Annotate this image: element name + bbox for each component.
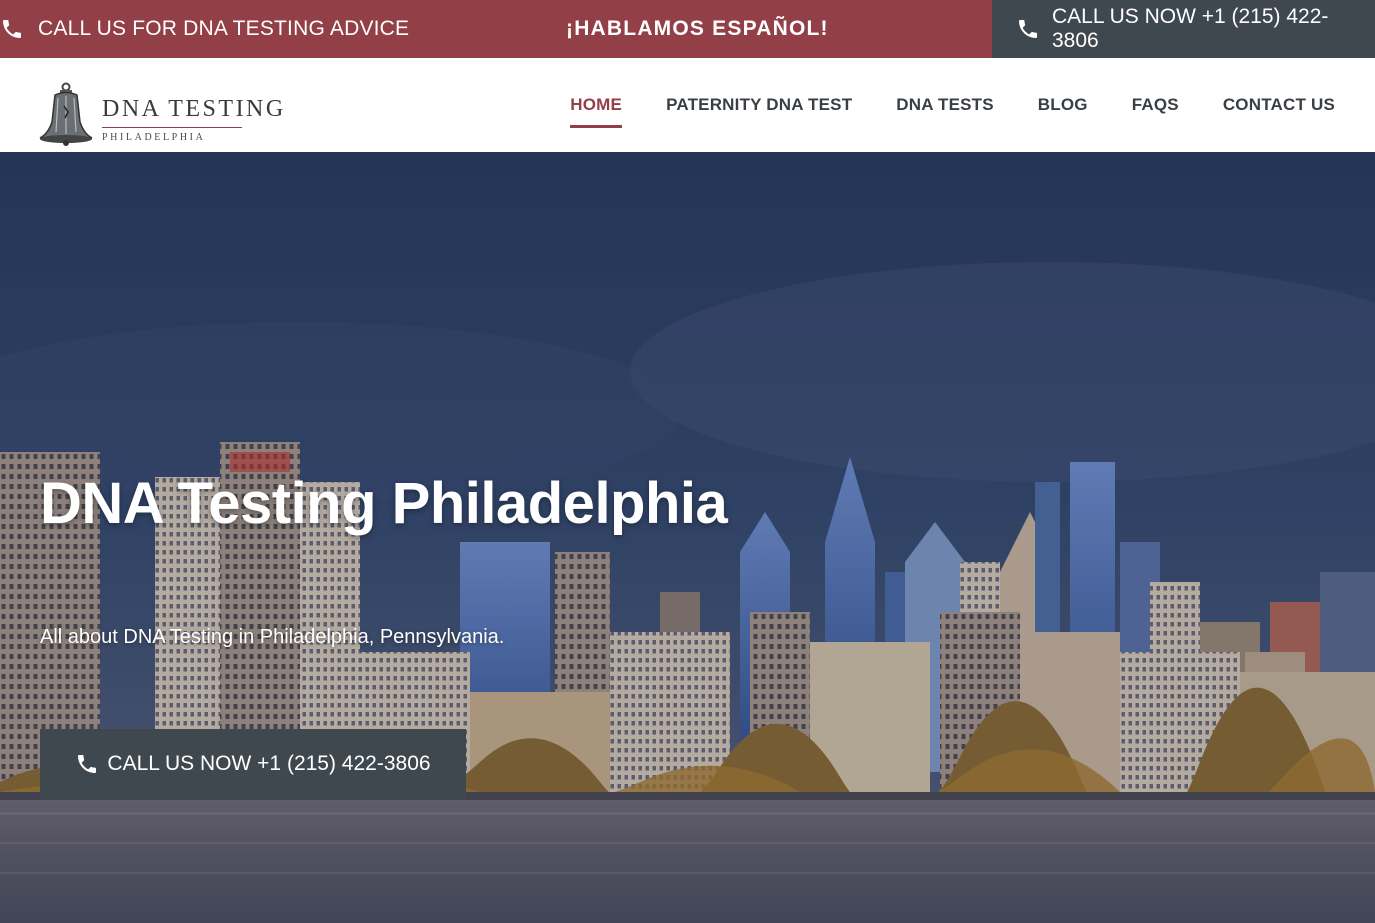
site-header: DNA TESTING PHILADELPHIA HOME PATERNITY … [0,58,1375,152]
nav-faqs[interactable]: FAQS [1132,95,1179,115]
call-now-topbar-button[interactable]: CALL US NOW +1 (215) 422-3806 [992,0,1375,58]
call-now-hero-button[interactable]: CALL US NOW +1 (215) 422-3806 [40,729,466,799]
nav-blog[interactable]: BLOG [1038,95,1088,115]
phone-icon [3,20,21,38]
logo-divider [102,127,242,128]
top-bar: CALL US FOR DNA TESTING ADVICE ¡HABLAMOS… [0,0,1375,58]
spanish-banner: ¡HABLAMOS ESPAÑOL! [566,17,829,40]
hero-skyline-image [0,152,1375,923]
liberty-bell-icon [39,82,93,146]
hero-subtitle: All about DNA Testing in Philadelphia, P… [40,626,505,648]
hero-cta-label: CALL US NOW +1 (215) 422-3806 [107,752,431,775]
call-now-label: CALL US NOW +1 (215) 422-3806 [1051,5,1329,52]
advice-call-link[interactable]: CALL US FOR DNA TESTING ADVICE [0,0,409,58]
logo-title: DNA TESTING [102,96,286,122]
nav-paternity-dna-test[interactable]: PATERNITY DNA TEST [666,95,852,115]
advice-label: CALL US FOR DNA TESTING ADVICE [38,17,410,40]
site-logo[interactable]: DNA TESTING PHILADELPHIA [38,82,298,148]
hero-section: DNA Testing Philadelphia All about DNA T… [0,152,1375,923]
logo-subtitle: PHILADELPHIA [102,132,206,143]
nav-contact-us[interactable]: CONTACT US [1223,95,1335,115]
phone-icon [1018,20,1037,38]
main-nav: HOME PATERNITY DNA TEST DNA TESTS BLOG F… [526,58,1335,152]
hero-title: DNA Testing Philadelphia [40,471,728,536]
phone-icon [78,755,97,773]
nav-home[interactable]: HOME [570,95,622,128]
nav-dna-tests[interactable]: DNA TESTS [896,95,994,115]
